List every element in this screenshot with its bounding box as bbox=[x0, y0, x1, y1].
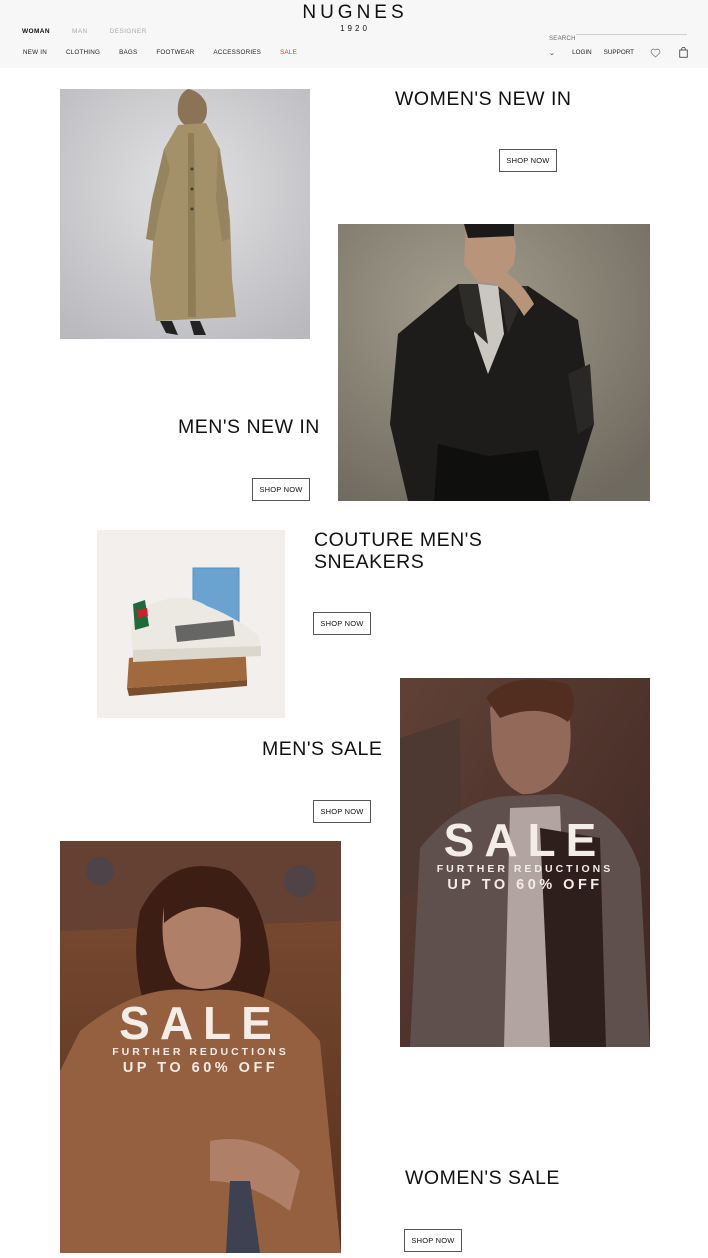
couture-sneakers-photo[interactable] bbox=[97, 530, 285, 718]
tab-man[interactable]: MAN bbox=[72, 28, 88, 35]
brand-name: NUGNES bbox=[302, 2, 408, 23]
heart-icon[interactable] bbox=[650, 48, 661, 58]
womens-sale-shop-button[interactable]: SHOP NOW bbox=[404, 1229, 462, 1252]
nav-sale[interactable]: SALE bbox=[280, 49, 297, 56]
womens-sale-title: WOMEN'S SALE bbox=[405, 1167, 560, 1189]
search-underline bbox=[576, 34, 687, 35]
couture-sneakers-title-line2: SNEAKERS bbox=[314, 551, 425, 573]
womens-sale-overlay-line1: FURTHER REDUCTIONS bbox=[112, 1046, 289, 1058]
womens-new-in-shop-button[interactable]: SHOP NOW bbox=[499, 149, 557, 172]
nav-clothing[interactable]: CLOTHING bbox=[66, 49, 100, 56]
search-box: SEARCH bbox=[549, 27, 687, 45]
mens-new-in-title: MEN'S NEW IN bbox=[178, 416, 320, 438]
mens-sale-overlay-line2: UP TO 60% OFF bbox=[447, 877, 603, 893]
leather-jacket-model-image bbox=[338, 224, 650, 501]
brand-logo[interactable]: NUGNES 1920 bbox=[298, 3, 412, 34]
couture-sneakers-title-line1: COUTURE MEN'S bbox=[314, 529, 483, 551]
nav-bags[interactable]: BAGS bbox=[119, 49, 137, 56]
tab-woman[interactable]: WOMAN bbox=[22, 28, 50, 35]
search-label: SEARCH bbox=[549, 36, 576, 42]
login-link[interactable]: LOGIN bbox=[572, 49, 592, 56]
shopping-bag-icon[interactable] bbox=[679, 47, 688, 58]
support-link[interactable]: SUPPORT bbox=[604, 49, 634, 56]
mens-sale-overlay-big: SALE bbox=[443, 814, 607, 866]
trench-coat-model-image bbox=[60, 89, 310, 339]
womens-sale-overlay-line2: UP TO 60% OFF bbox=[122, 1060, 279, 1076]
gender-tabs: WOMAN MAN DESIGNER bbox=[22, 28, 147, 35]
mens-sale-photo[interactable]: SALE FURTHER REDUCTIONS UP TO 60% OFF bbox=[400, 678, 650, 1047]
couture-sneakers-title: COUTURE MEN'S SNEAKERS bbox=[314, 529, 482, 573]
tab-designer[interactable]: DESIGNER bbox=[110, 28, 147, 35]
mens-new-in-shop-button[interactable]: SHOP NOW bbox=[252, 478, 310, 501]
chevron-down-icon[interactable]: ⌄ bbox=[549, 49, 556, 57]
nav-accessories[interactable]: ACCESSORIES bbox=[213, 49, 261, 56]
mens-sale-title: MEN'S SALE bbox=[262, 738, 383, 760]
mens-new-in-photo[interactable] bbox=[338, 224, 650, 501]
womens-sale-overlay: SALE FURTHER REDUCTIONS UP TO 60% OFF bbox=[60, 997, 341, 1077]
utility-nav: ⌄ LOGIN SUPPORT bbox=[549, 47, 688, 58]
sneaker-product-image bbox=[97, 530, 285, 718]
mens-sale-overlay: SALE FURTHER REDUCTIONS UP TO 60% OFF bbox=[400, 814, 650, 894]
main-nav: NEW IN CLOTHING BAGS FOOTWEAR ACCESSORIE… bbox=[23, 49, 316, 56]
womens-sale-photo[interactable]: SALE FURTHER REDUCTIONS UP TO 60% OFF bbox=[60, 841, 341, 1253]
couture-sneakers-shop-button[interactable]: SHOP NOW bbox=[313, 612, 371, 635]
womens-new-in-title: WOMEN'S NEW IN bbox=[395, 88, 572, 110]
mens-sale-overlay-line1: FURTHER REDUCTIONS bbox=[436, 863, 614, 875]
brand-year: 1920 bbox=[340, 24, 370, 33]
nav-new-in[interactable]: NEW IN bbox=[23, 49, 47, 56]
womens-sale-overlay-big: SALE bbox=[119, 997, 282, 1049]
mens-sale-shop-button[interactable]: SHOP NOW bbox=[313, 800, 371, 823]
site-header: NUGNES 1920 WOMAN MAN DESIGNER SEARCH NE… bbox=[0, 0, 708, 68]
nav-footwear[interactable]: FOOTWEAR bbox=[156, 49, 194, 56]
womens-new-in-photo[interactable] bbox=[60, 89, 310, 339]
